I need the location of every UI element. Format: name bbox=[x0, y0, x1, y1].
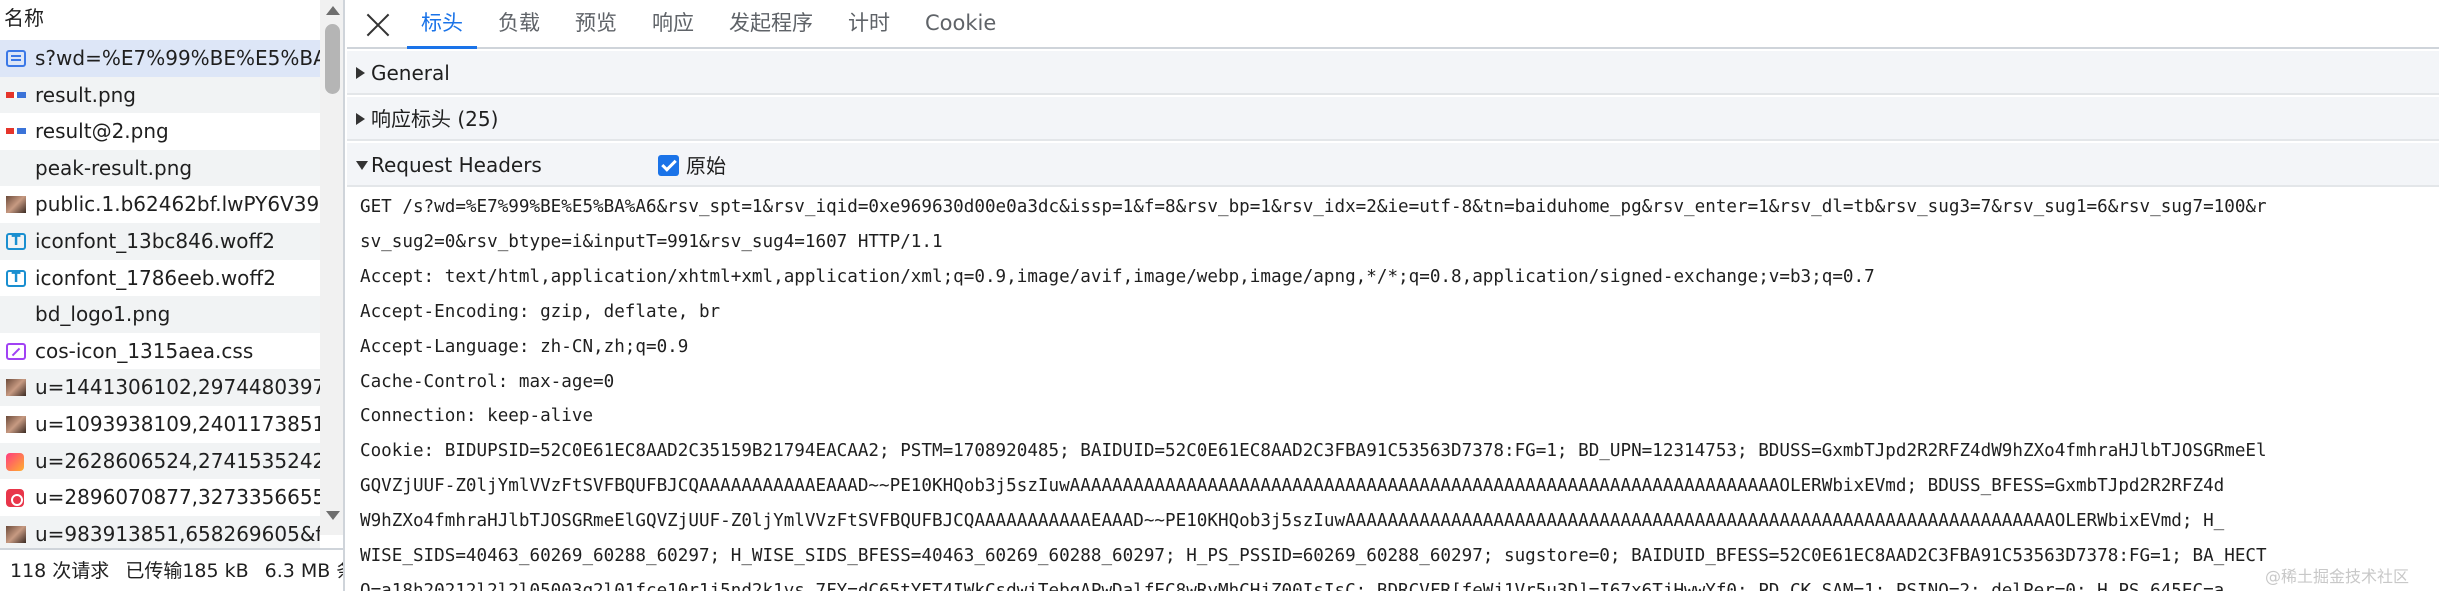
document-icon bbox=[6, 50, 26, 67]
request-count: 118 次请求 bbox=[10, 560, 110, 582]
request-name: u=983913851,658269605&f... bbox=[35, 521, 320, 546]
request-name: u=1441306102,2974480397... bbox=[35, 375, 320, 400]
request-name: u=2896070877,3273356655... bbox=[35, 485, 320, 510]
tab-headers[interactable]: 标头 bbox=[407, 0, 477, 49]
raw-label: 原始 bbox=[686, 154, 726, 178]
blank-icon bbox=[6, 306, 26, 323]
checkbox-checked-icon[interactable] bbox=[658, 155, 679, 176]
tab-initiator[interactable]: 发起程序 bbox=[729, 0, 813, 47]
details-tab-bar: 标头 负载 预览 响应 发起程序 计时 Cookie bbox=[347, 0, 2439, 49]
request-row[interactable]: peak-result.png bbox=[0, 149, 320, 187]
raw-header-line: Accept-Encoding: gzip, deflate, br bbox=[360, 301, 721, 322]
request-row[interactable]: u=2896070877,3273356655... bbox=[0, 479, 320, 516]
request-name: result@2.png bbox=[35, 119, 169, 144]
request-row[interactable]: bd_logo1.png bbox=[0, 296, 320, 333]
watermark: @稀土掘金技术社区 bbox=[2265, 567, 2410, 586]
request-name: public.1.b62462bf.lwPY6V39... bbox=[35, 192, 320, 217]
request-name: peak-result.png bbox=[35, 155, 193, 180]
photo-icon bbox=[6, 379, 26, 397]
devtools-network-panel: 名称 s?wd=%E7%99%BE%E5%BA... result.png resu… bbox=[0, 0, 2439, 591]
raw-header-line: WISE_SIDS=40463_60269_60288_60297; H_WIS… bbox=[360, 546, 2267, 566]
request-name: iconfont_1786eeb.woff2 bbox=[35, 265, 276, 290]
request-headers-section-header[interactable]: Request Headers 原始 bbox=[347, 143, 2439, 187]
request-headers-label: Request Headers bbox=[371, 153, 542, 177]
raw-header-line: Accept: text/html,application/xhtml+xml,… bbox=[360, 266, 1875, 287]
request-name: cos-icon_1315aea.css bbox=[35, 338, 254, 363]
request-name: result.png bbox=[35, 82, 137, 107]
font-icon: T bbox=[6, 269, 26, 287]
photo-icon bbox=[6, 525, 26, 543]
scrollbar-thumb[interactable] bbox=[325, 24, 340, 94]
css-icon bbox=[6, 342, 26, 360]
request-row[interactable]: s?wd=%E7%99%BE%E5%BA... bbox=[0, 40, 320, 77]
resources-size: 6.3 MB 条 bbox=[264, 560, 343, 582]
scroll-down-arrow-icon[interactable] bbox=[326, 511, 340, 520]
request-row[interactable]: u=983913851,658269605&f... bbox=[0, 515, 320, 553]
tab-cookie[interactable]: Cookie bbox=[925, 0, 996, 47]
raw-header-line: W9hZXo4fmhraHJlbTJOSGRmeElGQVZjUUF-Z0ljY… bbox=[360, 511, 2225, 532]
photo-icon bbox=[6, 415, 26, 433]
name-column-header[interactable]: 名称 bbox=[0, 0, 343, 37]
raw-header-line: sv_sug2=0&rsv_btype=i&inputT=991&rsv_sug… bbox=[360, 231, 943, 252]
request-row[interactable]: public.1.b62462bf.lwPY6V39... bbox=[0, 186, 320, 223]
blank-icon bbox=[6, 160, 26, 177]
request-row[interactable]: u=1093938109,2401173851... bbox=[0, 406, 320, 443]
image-icon bbox=[6, 128, 26, 135]
expand-triangle-icon bbox=[356, 67, 365, 79]
raw-header-line: Cache-Control: max-age=0 bbox=[360, 371, 615, 392]
raw-request-headers: GET /s?wd=%E7%99%BE%E5%BA%A6&rsv_spt=1&r… bbox=[347, 191, 2439, 591]
request-name: s?wd=%E7%99%BE%E5%BA... bbox=[35, 46, 320, 70]
font-icon: T bbox=[6, 232, 26, 250]
request-row[interactable]: result@2.png bbox=[0, 113, 320, 150]
transferred-size: 已传输185 kB bbox=[125, 560, 249, 582]
raw-header-line: GET /s?wd=%E7%99%BE%E5%BA%A6&rsv_spt=1&r… bbox=[360, 197, 2267, 217]
response-headers-label: 响应标头 (25) bbox=[371, 107, 499, 131]
expand-triangle-icon bbox=[356, 113, 365, 125]
request-details-panel: 标头 负载 预览 响应 发起程序 计时 Cookie General 响应标头 … bbox=[347, 0, 2439, 591]
raw-header-line: Accept-Language: zh-CN,zh;q=0.9 bbox=[360, 336, 689, 357]
network-status-bar: 118 次请求已传输185 kB 6.3 MB 条 bbox=[0, 548, 343, 591]
request-name: u=2628606524,2741535242... bbox=[35, 448, 320, 473]
tab-preview[interactable]: 预览 bbox=[575, 0, 617, 47]
request-row[interactable]: Ticonfont_13bc846.woff2 bbox=[0, 222, 320, 260]
request-list-scrollbar[interactable] bbox=[320, 0, 343, 535]
close-icon[interactable] bbox=[365, 12, 391, 38]
raw-header-line: GQVZjUUF-Z0ljYmlVVzFtSVFBQUFBJCQAAAAAAAA… bbox=[360, 476, 2225, 497]
request-row[interactable]: result.png bbox=[0, 76, 320, 114]
request-list: s?wd=%E7%99%BE%E5%BA... result.png result@… bbox=[0, 40, 320, 553]
scroll-up-arrow-icon[interactable] bbox=[326, 6, 340, 15]
media-icon bbox=[6, 452, 24, 471]
general-section-header[interactable]: General bbox=[347, 51, 2439, 95]
request-row[interactable]: Ticonfont_1786eeb.woff2 bbox=[0, 260, 320, 297]
collapse-triangle-icon bbox=[356, 161, 368, 170]
tab-payload[interactable]: 负载 bbox=[498, 0, 540, 47]
tab-response[interactable]: 响应 bbox=[652, 0, 694, 47]
request-name: bd_logo1.png bbox=[35, 302, 171, 327]
tab-timing[interactable]: 计时 bbox=[848, 0, 890, 47]
response-headers-section-header[interactable]: 响应标头 (25) bbox=[347, 97, 2439, 141]
request-row[interactable]: u=1441306102,2974480397... bbox=[0, 369, 320, 406]
general-label: General bbox=[371, 61, 450, 85]
request-list-panel: 名称 s?wd=%E7%99%BE%E5%BA... result.png resu… bbox=[0, 0, 345, 591]
request-name: iconfont_13bc846.woff2 bbox=[35, 228, 276, 253]
image-icon bbox=[6, 91, 26, 98]
red-app-icon bbox=[6, 489, 24, 508]
request-row[interactable]: cos-icon_1315aea.css bbox=[0, 333, 320, 370]
raw-header-line: Connection: keep-alive bbox=[360, 406, 594, 427]
request-name: u=1093938109,2401173851... bbox=[35, 411, 320, 436]
raw-header-line: Cookie: BIDUPSID=52C0E61EC8AAD2C35159B21… bbox=[360, 441, 2267, 462]
raw-header-line: O=a18h20212l2l2l05003q2l01fce10r1j5nd2k1… bbox=[360, 580, 2225, 591]
photo-icon bbox=[6, 196, 26, 214]
request-row[interactable]: u=2628606524,2741535242... bbox=[0, 442, 320, 480]
